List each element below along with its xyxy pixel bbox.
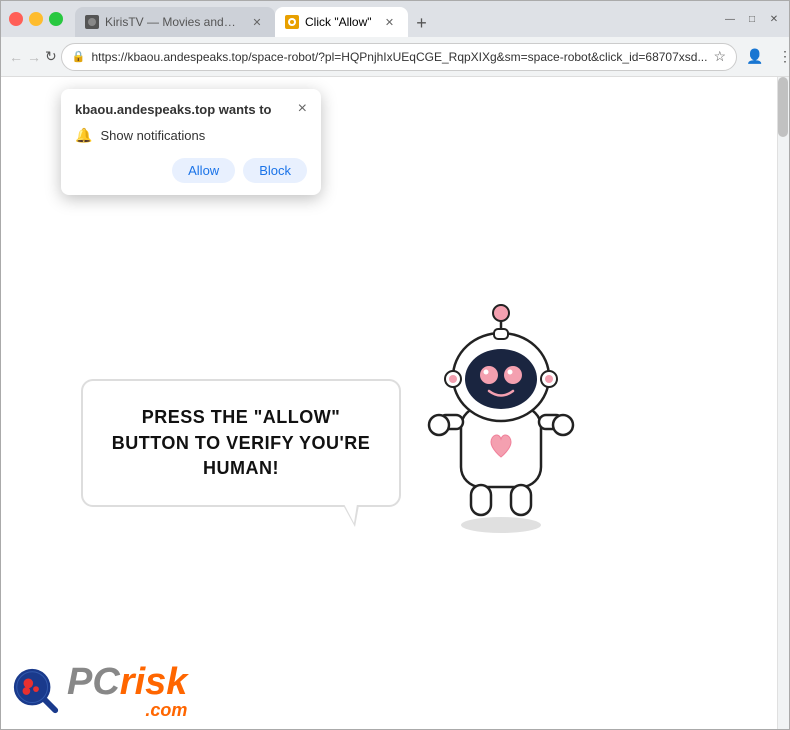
pcrisk-logo-icon (11, 666, 61, 716)
browser-window: KirisTV — Movies and Series D... ✕ Click… (0, 0, 790, 730)
tab-click-allow[interactable]: Click "Allow" ✕ (275, 7, 408, 37)
reload-button[interactable]: ↻ (45, 43, 57, 71)
allow-button[interactable]: Allow (172, 158, 235, 183)
minimize-window-btn[interactable] (29, 12, 43, 26)
block-button[interactable]: Block (243, 158, 307, 183)
tab-bar: KirisTV — Movies and Series D... ✕ Click… (75, 1, 711, 37)
address-bar[interactable]: 🔒 https://kbaou.andespeaks.top/space-rob… (61, 43, 737, 71)
tab-click-allow-close[interactable]: ✕ (382, 14, 398, 30)
bookmark-icon[interactable]: ☆ (713, 48, 726, 65)
pcrisk-logo: PCrisk .com (11, 663, 187, 719)
bell-icon: 🔔 (75, 127, 92, 144)
main-content: PRESS THE "ALLOW" BUTTON TO VERIFY YOU'R… (81, 257, 601, 537)
logo-text: PCrisk (67, 663, 187, 701)
robot-svg (401, 257, 601, 537)
popup-buttons: Allow Block (75, 158, 307, 183)
scrollbar[interactable] (777, 77, 789, 729)
menu-button[interactable]: ⋮ (771, 43, 790, 71)
popup-header: kbaou.andespeaks.top wants to × (75, 101, 307, 117)
logo-text-group: PCrisk .com (67, 663, 187, 719)
popup-close-button[interactable]: × (298, 101, 307, 117)
window-buttons: — □ ✕ (723, 12, 781, 26)
back-button[interactable]: ← (9, 43, 23, 71)
tab-kiristv-label: KirisTV — Movies and Series D... (105, 15, 239, 29)
forward-button[interactable]: → (27, 43, 41, 71)
speech-text: PRESS THE "ALLOW" BUTTON TO VERIFY YOU'R… (112, 407, 371, 477)
title-bar: KirisTV — Movies and Series D... ✕ Click… (1, 1, 789, 37)
tab-click-allow-label: Click "Allow" (305, 15, 372, 29)
notification-row: 🔔 Show notifications (75, 127, 307, 144)
logo-com: .com (67, 701, 187, 719)
page-content: kbaou.andespeaks.top wants to × 🔔 Show n… (1, 77, 789, 729)
robot-illustration (401, 257, 601, 537)
maximize-window-btn[interactable] (49, 12, 63, 26)
nav-actions: 👤 ⋮ (741, 43, 790, 71)
notification-label: Show notifications (100, 128, 205, 143)
scrollbar-thumb[interactable] (778, 77, 788, 137)
profile-button[interactable]: 👤 (741, 43, 769, 71)
notification-popup: kbaou.andespeaks.top wants to × 🔔 Show n… (61, 89, 321, 195)
new-tab-button[interactable]: + (408, 9, 436, 37)
close-btn[interactable]: ✕ (767, 12, 781, 26)
tab-kiristv[interactable]: KirisTV — Movies and Series D... ✕ (75, 7, 275, 37)
window-controls (9, 12, 63, 26)
logo-pc: PC (67, 661, 120, 703)
logo-risk: risk (120, 661, 188, 703)
minimize-btn[interactable]: — (723, 12, 737, 26)
restore-btn[interactable]: □ (745, 12, 759, 26)
tab-kiristv-close[interactable]: ✕ (249, 14, 265, 30)
popup-title: kbaou.andespeaks.top wants to (75, 102, 272, 117)
navigation-bar: ← → ↻ 🔒 https://kbaou.andespeaks.top/spa… (1, 37, 789, 77)
lock-icon: 🔒 (72, 50, 86, 63)
speech-bubble: PRESS THE "ALLOW" BUTTON TO VERIFY YOU'R… (81, 379, 401, 507)
url-text: https://kbaou.andespeaks.top/space-robot… (91, 50, 707, 64)
close-window-btn[interactable] (9, 12, 23, 26)
